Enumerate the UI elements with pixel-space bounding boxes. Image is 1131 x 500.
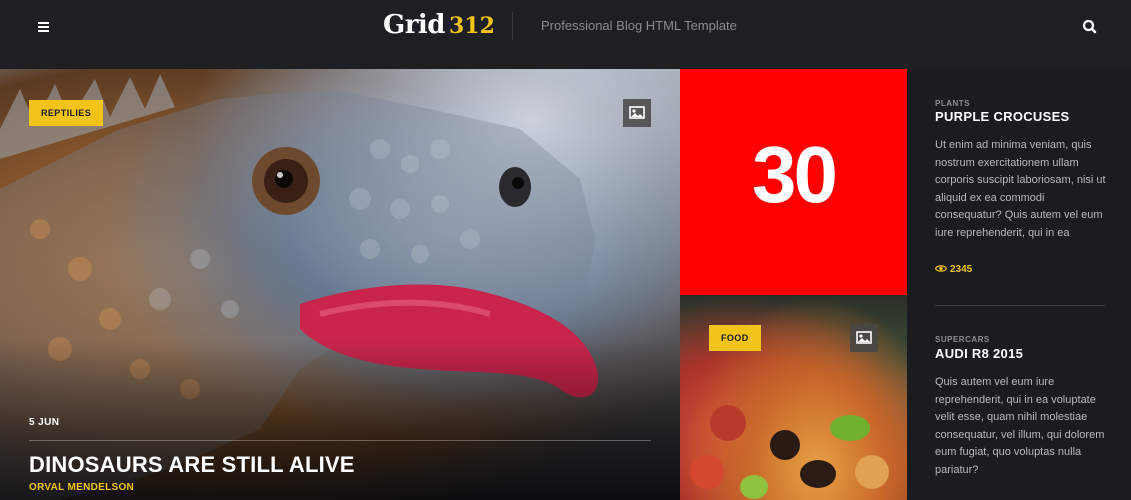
post-title[interactable]: AUDI R8 2015	[935, 346, 1023, 361]
logo-word: Grid	[383, 10, 445, 40]
hero-author[interactable]: ORVAL MENDELSON	[29, 482, 134, 493]
post-views: 2345	[934, 264, 973, 275]
image-icon	[850, 324, 878, 352]
post-excerpt: Ut enim ad minima veniam, quis nostrum e…	[935, 139, 1106, 239]
food-category-tag[interactable]: FOOD	[709, 325, 761, 351]
hero-date: 5 JUN	[29, 417, 60, 428]
post-category[interactable]: PLANTS	[935, 99, 970, 108]
image-icon	[623, 99, 651, 127]
stat-number: 30	[752, 130, 838, 219]
logo-number: 312	[448, 13, 495, 39]
pizza-topping	[740, 475, 768, 499]
hero-divider	[29, 440, 651, 441]
post-views-count: 2345	[950, 264, 973, 275]
pizza-topping	[770, 430, 800, 460]
pizza-topping	[710, 405, 746, 441]
pizza-topping	[800, 460, 836, 488]
post-category[interactable]: SUPERCARS	[935, 335, 990, 344]
sidebar-divider	[935, 305, 1105, 306]
hero-category-tag[interactable]: REPTILIES	[29, 100, 104, 126]
stat-tile: 30	[680, 69, 907, 295]
post-title[interactable]: PURPLE CROCUSES	[935, 109, 1070, 124]
iguana-image	[0, 74, 599, 500]
eye-icon	[934, 265, 948, 272]
pizza-topping	[855, 455, 889, 489]
site-logo[interactable]: Grid 312	[383, 10, 495, 40]
hero-title[interactable]: DINOSAURS ARE STILL ALIVE	[29, 452, 355, 478]
sidebar-posts: PLANTS PURPLE CROCUSES Ut enim ad minima…	[907, 69, 1131, 500]
pizza-topping	[830, 415, 870, 441]
header-divider	[512, 12, 513, 40]
pizza-topping	[690, 455, 724, 489]
site-header: Grid 312 Professional Blog HTML Template	[0, 0, 1131, 69]
site-tagline: Professional Blog HTML Template	[541, 18, 737, 33]
food-post[interactable]: FOOD	[680, 295, 907, 500]
post-excerpt: Quis autem vel eum iure reprehenderit, q…	[935, 376, 1105, 476]
search-icon[interactable]	[1081, 18, 1099, 36]
menu-icon[interactable]	[30, 18, 56, 36]
hero-post[interactable]: REPTILIES 5 JUN DINOSAURS ARE STILL ALIV…	[0, 69, 680, 500]
